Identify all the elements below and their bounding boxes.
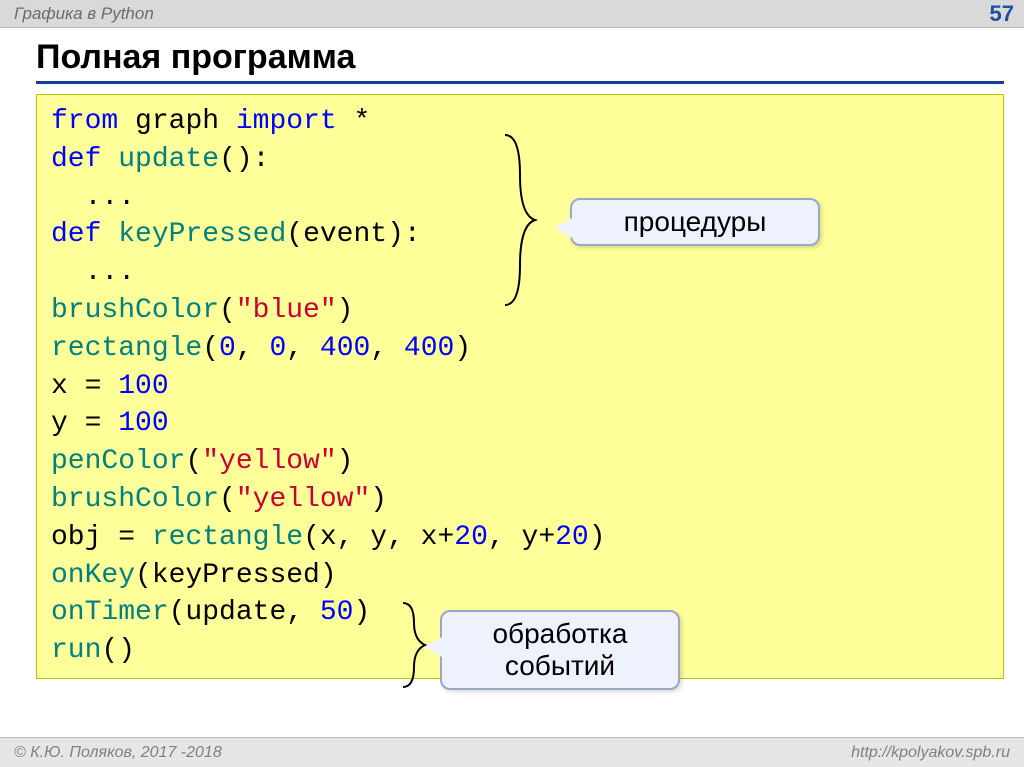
callout-text: обработка — [492, 618, 627, 649]
fn-name: onKey — [51, 560, 135, 591]
fn-name: run — [51, 635, 101, 666]
callout-procedures: процедуры — [570, 198, 820, 246]
callout-text: событий — [505, 650, 615, 681]
callout-events: обработка событий — [440, 610, 680, 690]
fn-name: brushColor — [51, 295, 219, 326]
code-text: ( — [219, 484, 236, 515]
code-text: graph — [135, 106, 219, 137]
number: 400 — [320, 333, 370, 364]
code-text: () — [101, 635, 135, 666]
header-title: Графика в Python — [14, 4, 154, 24]
number: 100 — [118, 371, 168, 402]
slide-footer: © К.Ю. Поляков, 2017 -2018 http://kpolya… — [0, 737, 1024, 767]
footer-copyright: © К.Ю. Поляков, 2017 -2018 — [14, 744, 222, 762]
fn-name: keyPressed — [118, 219, 286, 250]
number: 50 — [320, 597, 354, 628]
callout-text: процедуры — [624, 206, 767, 237]
code-text: ) — [454, 333, 471, 364]
kw-import: import — [236, 106, 337, 137]
fn-name: rectangle — [152, 522, 303, 553]
fn-name: onTimer — [51, 597, 169, 628]
slide-title: Полная программа — [36, 38, 1004, 84]
code-text: ( — [185, 446, 202, 477]
code-text: ) — [353, 597, 370, 628]
code-text: (x, y, x+ — [303, 522, 454, 553]
kw-def: def — [51, 144, 101, 175]
number: 100 — [118, 408, 168, 439]
kw-def: def — [51, 219, 101, 250]
page-number: 57 — [990, 1, 1014, 27]
number: 0 — [219, 333, 236, 364]
code-text: ) — [337, 446, 354, 477]
footer-url: http://kpolyakov.spb.ru — [851, 744, 1010, 762]
code-text: ( — [219, 295, 236, 326]
code-text: ... — [51, 182, 135, 213]
code-text: (): — [219, 144, 269, 175]
code-text: , y+ — [488, 522, 555, 553]
string-literal: "yellow" — [202, 446, 336, 477]
slide-body: Полная программа from graph import * def… — [0, 28, 1024, 679]
code-text: ( — [202, 333, 219, 364]
code-text: , — [370, 333, 404, 364]
code-text: y = — [51, 408, 118, 439]
code-text: (update, — [169, 597, 320, 628]
string-literal: "blue" — [236, 295, 337, 326]
code-text: , — [236, 333, 270, 364]
number: 20 — [454, 522, 488, 553]
string-literal: "yellow" — [236, 484, 370, 515]
code-text: (keyPressed) — [135, 560, 337, 591]
fn-name: brushColor — [51, 484, 219, 515]
number: 20 — [555, 522, 589, 553]
code-text: ... — [51, 257, 135, 288]
code-text: (event): — [286, 219, 420, 250]
fn-name: rectangle — [51, 333, 202, 364]
code-text: ) — [370, 484, 387, 515]
slide-header: Графика в Python 57 — [0, 0, 1024, 28]
fn-name: update — [118, 144, 219, 175]
code-block: from graph import * def update(): ... de… — [36, 94, 1004, 679]
code-text: x = — [51, 371, 118, 402]
code-text: * — [354, 106, 371, 137]
kw-from: from — [51, 106, 118, 137]
code-text: ) — [589, 522, 606, 553]
number: 0 — [269, 333, 286, 364]
fn-name: penColor — [51, 446, 185, 477]
code-text: obj = — [51, 522, 152, 553]
code-text: ) — [337, 295, 354, 326]
number: 400 — [404, 333, 454, 364]
code-text: , — [286, 333, 320, 364]
